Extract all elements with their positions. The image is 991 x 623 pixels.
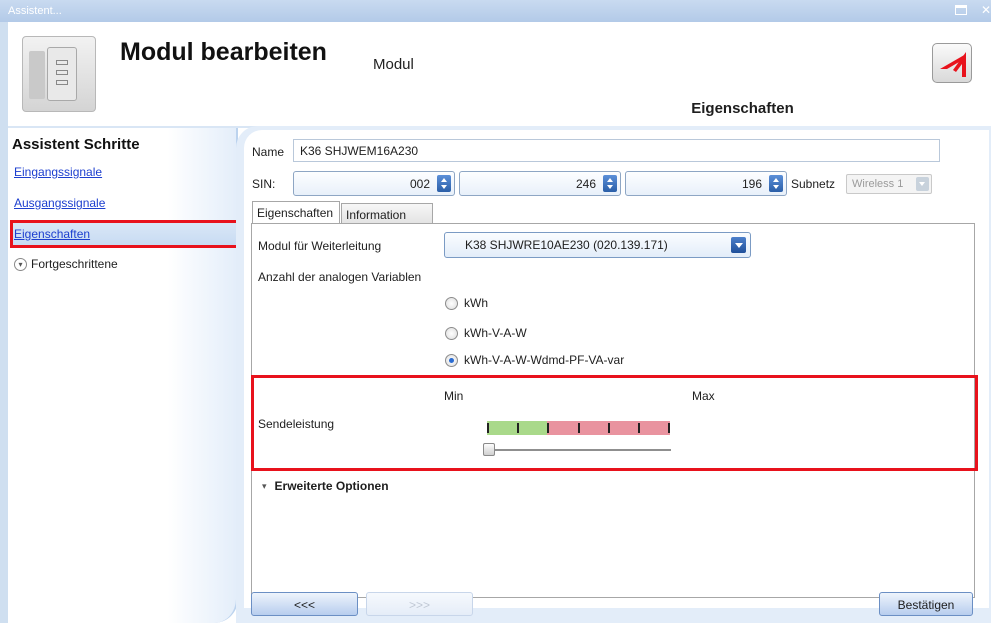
subnet-select: Wireless 1 <box>846 174 932 194</box>
sin-value-2: 246 <box>575 177 596 191</box>
subnet-label: Subnetz <box>791 177 836 191</box>
window-titlebar: Assistent... <box>0 0 991 22</box>
close-icon[interactable]: ✕ <box>981 3 991 17</box>
module-device-icon <box>22 36 96 112</box>
radio-option-kwh[interactable]: kWh <box>445 296 488 310</box>
sin-value-1: 002 <box>409 177 430 191</box>
radio-label: kWh-V-A-W-Wdmd-PF-VA-var <box>464 353 625 367</box>
name-label: Name <box>252 145 285 159</box>
chevron-down-icon: ▾ <box>14 257 27 271</box>
spinner-icon[interactable] <box>603 175 617 192</box>
sin-field-2[interactable]: 246 <box>459 171 621 196</box>
radio-option-kwh-v-a-w[interactable]: kWh-V-A-W <box>445 326 527 340</box>
advanced-options-label: Erweiterte Optionen <box>274 479 389 493</box>
radio-icon <box>445 326 458 340</box>
sin-value-3: 196 <box>741 177 762 191</box>
sin-field-1[interactable]: 002 <box>293 171 455 196</box>
chevron-down-icon: ▾ <box>262 480 267 491</box>
name-field[interactable]: K36 SHJWEM16A230 <box>293 139 940 162</box>
sidebar-item-fortgeschrittene[interactable]: ▾ Fortgeschrittene <box>14 257 118 271</box>
forward-module-select[interactable]: K38 SHJWRE10AE230 (020.139.171) <box>444 232 751 258</box>
sidebar-item-ausgangssignale[interactable]: Ausgangssignale <box>14 196 105 210</box>
next-button[interactable]: >>> <box>366 592 473 616</box>
forward-module-value: K38 SHJWRE10AE230 (020.139.171) <box>465 238 668 252</box>
window-title: Assistent... <box>8 5 62 17</box>
radio-option-kwh-full[interactable]: kWh-V-A-W-Wdmd-PF-VA-var <box>445 353 624 367</box>
sidebar-item-label: Fortgeschrittene <box>31 257 118 271</box>
sin-label: SIN: <box>252 177 276 191</box>
sidebar-title: Assistent Schritte <box>12 136 140 153</box>
spinner-icon[interactable] <box>437 175 451 192</box>
tab-eigenschaften[interactable]: Eigenschaften <box>252 201 340 223</box>
radio-icon <box>445 296 458 310</box>
spinner-icon[interactable] <box>769 175 783 192</box>
subnet-value: Wireless 1 <box>852 178 904 190</box>
brand-logo-icon <box>932 43 972 83</box>
advanced-options-expander[interactable]: ▾ Erweiterte Optionen <box>262 479 389 493</box>
highlight-box-power <box>251 375 978 471</box>
page-title: Modul bearbeiten <box>120 38 327 66</box>
highlight-box-sidebar <box>10 220 240 248</box>
radio-label: kWh <box>464 296 488 310</box>
analog-variables-label: Anzahl der analogen Variablen <box>258 270 422 284</box>
restore-icon[interactable] <box>955 5 967 15</box>
chevron-down-icon[interactable] <box>731 237 746 253</box>
back-button[interactable]: <<< <box>251 592 358 616</box>
radio-label: kWh-V-A-W <box>464 326 527 340</box>
page-subtitle: Modul <box>373 56 414 73</box>
sin-field-3[interactable]: 196 <box>625 171 787 196</box>
confirm-button[interactable]: Bestätigen <box>879 592 973 616</box>
chevron-down-icon <box>916 177 929 191</box>
tab-information[interactable]: Information <box>341 203 433 223</box>
radio-checked-icon <box>445 353 458 367</box>
header-tab-label: Eigenschaften <box>691 100 794 117</box>
sidebar-item-eingangssignale[interactable]: Eingangssignale <box>14 165 102 179</box>
forward-module-label: Modul für Weiterleitung <box>258 239 382 253</box>
